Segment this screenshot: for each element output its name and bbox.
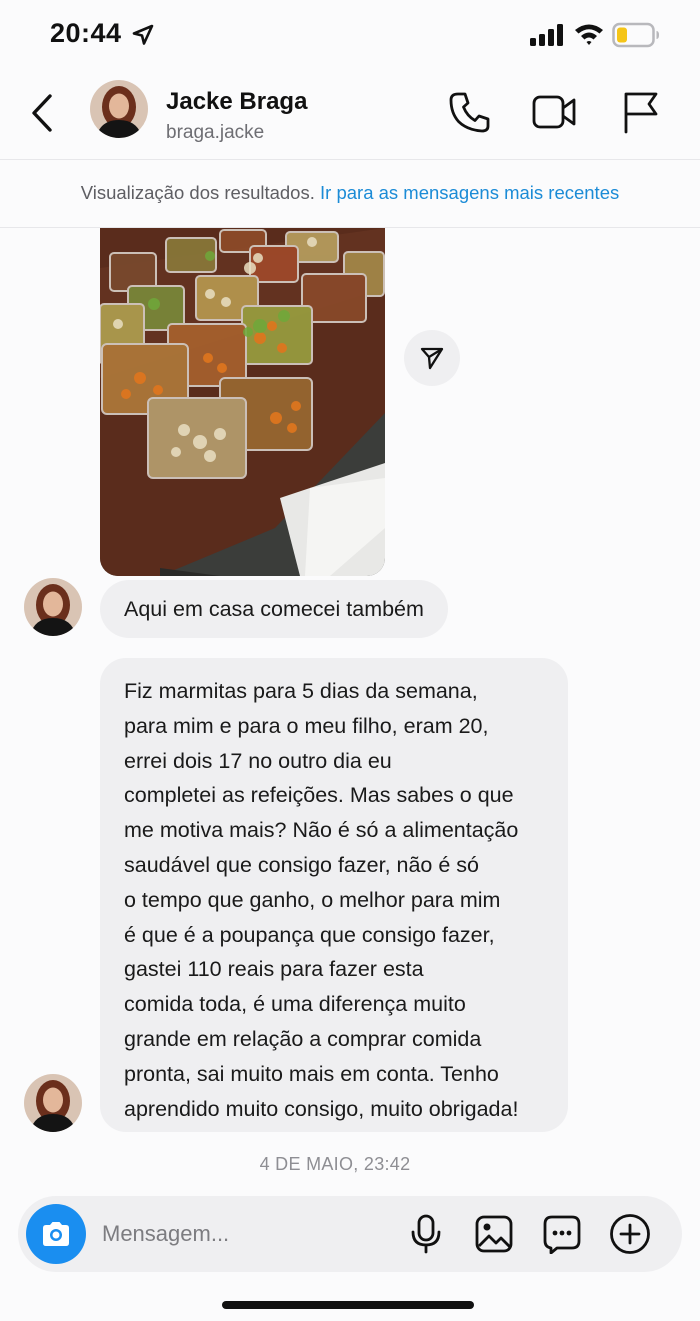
chat-header: Jacke Braga braga.jacke <box>0 70 700 160</box>
message-composer <box>18 1196 682 1272</box>
share-button[interactable] <box>404 330 460 386</box>
flag-icon[interactable] <box>616 88 664 136</box>
search-results-banner: Visualização dos resultados. Ir para as … <box>0 160 700 228</box>
contact-avatar[interactable] <box>90 80 148 138</box>
cellular-signal-icon <box>530 24 563 46</box>
message-line: errei dois 17 no outro dia eu <box>124 748 392 773</box>
send-icon <box>420 347 444 370</box>
status-bar: 20:44 <box>0 0 700 70</box>
message-line: aprendido muito consigo, muito obrigada! <box>124 1096 519 1121</box>
back-chevron-icon[interactable] <box>26 88 60 138</box>
message-line: gastei 110 reais para fazer esta <box>124 957 424 982</box>
message-bubble[interactable]: Aqui em casa comecei também <box>100 580 448 638</box>
status-time: 20:44 <box>50 18 122 48</box>
food-containers-photo[interactable] <box>100 228 385 576</box>
camera-icon <box>43 1222 69 1246</box>
message-line: é que é a poupança que consigo fazer, <box>124 922 495 947</box>
message-input[interactable] <box>102 1212 382 1256</box>
contact-name[interactable]: Jacke Braga <box>166 88 307 116</box>
jump-to-recent-link[interactable]: Ir para as mensagens mais recentes <box>320 182 619 203</box>
gallery-button[interactable] <box>472 1212 516 1256</box>
add-button[interactable] <box>608 1212 652 1256</box>
message-line: completei as refeições. Mas sabes o que <box>124 783 514 808</box>
camera-button[interactable] <box>26 1204 86 1264</box>
gallery-icon <box>475 1215 513 1253</box>
wifi-icon <box>575 24 603 45</box>
phone-icon[interactable] <box>446 88 494 136</box>
message-line: Fiz marmitas para 5 dias da semana, <box>124 679 478 703</box>
message-line: o tempo que ganho, o melhor para mim <box>124 887 501 912</box>
sticker-button[interactable] <box>540 1212 584 1256</box>
home-indicator <box>222 1301 474 1309</box>
add-icon <box>610 1214 650 1254</box>
banner-text: Visualização dos resultados. <box>80 182 315 203</box>
sender-avatar[interactable] <box>24 1074 82 1132</box>
message-line: grande em relação a comprar comida <box>124 1026 482 1051</box>
message-line: comida toda, é uma diferença muito <box>124 992 466 1017</box>
microphone-button[interactable] <box>404 1212 448 1256</box>
contact-handle: braga.jacke <box>166 122 265 143</box>
message-line: saudável que consigo fazer, não é só <box>124 852 480 877</box>
message-line: pronta, sai muito mais em conta. Tenho <box>124 1061 499 1086</box>
message-bubble[interactable]: Fiz marmitas para 5 dias da semana, para… <box>100 658 568 1132</box>
message-timestamp: 4 DE MAIO, 23:42 <box>259 1154 411 1174</box>
message-line: me motiva mais? Não é só a alimentação <box>124 818 519 843</box>
sticker-icon <box>543 1215 581 1254</box>
battery-icon <box>612 22 659 48</box>
message-line: para mim e para o meu filho, eram 20, <box>124 713 489 738</box>
location-arrow-icon <box>132 24 154 45</box>
sender-avatar[interactable] <box>24 578 82 636</box>
video-camera-icon[interactable] <box>530 88 578 136</box>
microphone-icon <box>411 1214 441 1254</box>
